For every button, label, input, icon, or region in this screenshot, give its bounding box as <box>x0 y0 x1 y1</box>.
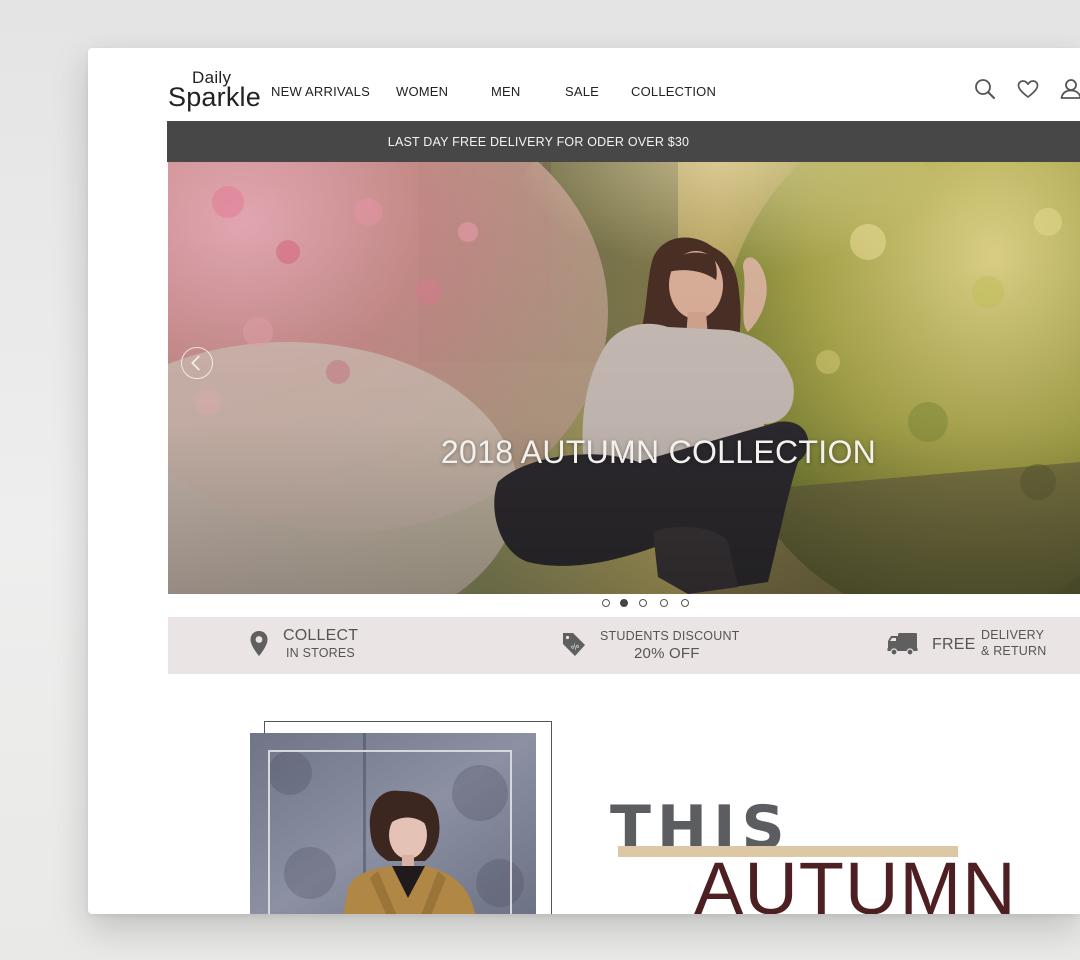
nav-new-arrivals[interactable]: NEW ARRIVALS <box>271 84 370 99</box>
carousel-dot-4[interactable] <box>660 599 668 607</box>
logo-bottom-text: Sparkle <box>168 82 261 112</box>
nav-men[interactable]: MEN <box>491 84 521 99</box>
students-discount-line2: 20% OFF <box>634 645 700 662</box>
promo-text: LAST DAY FREE DELIVERY FOR ODER OVER $30 <box>387 134 690 149</box>
hero-carousel[interactable]: 2018 AUTUMN COLLECTION <box>168 162 1080 594</box>
search-icon[interactable] <box>972 76 998 102</box>
students-discount-line1: STUDENTS DISCOUNT <box>600 629 740 643</box>
browser-window: Daily Sparkle NEW ARRIVALS WOMEN MEN SAL… <box>88 48 1080 914</box>
delivery-line2: & RETURN <box>981 644 1047 658</box>
nav-women[interactable]: WOMEN <box>396 84 448 99</box>
collect-line1: COLLECT <box>283 627 359 644</box>
user-icon[interactable] <box>1058 76 1080 102</box>
feature-heading-autumn: AUTUMN <box>694 847 1017 915</box>
carousel-dot-5[interactable] <box>681 599 689 607</box>
collect-line2: IN STORES <box>286 646 355 660</box>
promo-banner: LAST DAY FREE DELIVERY FOR ODER OVER $30 <box>167 121 1080 162</box>
location-pin-icon <box>249 630 269 658</box>
features-strip: COLLECT IN STORES % STUDENTS DISCOUNT 20… <box>168 617 1080 674</box>
delivery-free-label: FREE <box>932 636 976 653</box>
truck-icon <box>887 631 919 657</box>
carousel-dot-3[interactable] <box>639 599 647 607</box>
heart-icon[interactable] <box>1015 76 1041 102</box>
hero-image <box>168 162 1080 594</box>
nav-sale[interactable]: SALE <box>565 84 599 99</box>
autumn-model-photo[interactable] <box>250 733 536 914</box>
hero-title: 2018 AUTUMN COLLECTION <box>440 434 877 470</box>
carousel-dot-2[interactable] <box>620 599 628 607</box>
carousel-dot-1[interactable] <box>602 599 610 607</box>
site-logo[interactable]: Daily Sparkle <box>168 68 261 112</box>
nav-collection[interactable]: COLLECTION <box>631 84 716 99</box>
discount-tag-icon: % <box>561 630 587 658</box>
delivery-line1: DELIVERY <box>981 628 1045 642</box>
carousel-prev-button[interactable] <box>181 347 213 379</box>
